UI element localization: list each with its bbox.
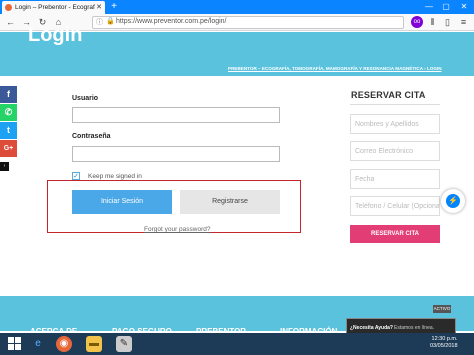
new-tab-button[interactable]: + [108, 1, 120, 13]
activo-badge: ACTIVO [433, 305, 451, 313]
clock-time: 12:30 p.m. [431, 336, 458, 342]
name-input[interactable]: Nombres y Apellidos [350, 114, 440, 134]
remember-checkbox[interactable]: ✓ [72, 172, 80, 180]
system-clock[interactable]: 12:30 p.m. 03/05/2018 [430, 336, 458, 350]
forgot-password-link[interactable]: Forgot your password? [144, 226, 210, 233]
usuario-label: Usuario [72, 95, 99, 102]
lock-icon[interactable]: 🔒 [106, 17, 115, 25]
private-mask-icon[interactable]: oo [411, 16, 423, 28]
password-input[interactable] [72, 146, 280, 162]
email-input[interactable]: Correo Electrónico [350, 141, 440, 161]
maximize-icon[interactable]: ▢ [438, 0, 454, 13]
password-label: Contraseña [72, 133, 111, 140]
minimize-icon[interactable]: — [421, 0, 437, 13]
register-button[interactable]: Registrarse [180, 190, 280, 214]
info-icon[interactable]: ⓘ [96, 17, 103, 27]
twitter-icon[interactable]: t [0, 122, 17, 139]
breadcrumb[interactable]: PREBENTOR – ECOGRAFÍA, TOMOGRAFÍA, MAMOG… [228, 66, 442, 71]
notepad-icon[interactable]: ✎ [116, 336, 132, 352]
remember-label: Keep me signed in [88, 173, 142, 180]
close-tab-icon[interactable]: ✕ [96, 3, 102, 11]
messenger-icon: ⚡ [446, 194, 460, 208]
facebook-icon[interactable]: f [0, 86, 17, 103]
phone-input[interactable]: Teléfono / Celular (Opcional) [350, 196, 440, 216]
internet-explorer-icon[interactable]: e [30, 336, 46, 352]
menu-icon[interactable]: ≡ [457, 16, 470, 29]
usuario-input[interactable] [72, 107, 280, 123]
clock-date: 03/05/2018 [430, 343, 458, 349]
reserve-button[interactable]: RESERVAR CITA [350, 225, 440, 243]
file-explorer-icon[interactable]: ▬ [86, 336, 102, 352]
url-text[interactable]: https://www.preventor.com.pe/login/ [116, 18, 227, 25]
site-favicon-icon [5, 4, 12, 11]
whatsapp-icon[interactable]: ✆ [0, 104, 17, 121]
browser-tab[interactable]: Login – Prebentor - Ecografía, ... ✕ [2, 1, 105, 14]
reserve-title: RESERVAR CITA [351, 90, 426, 100]
browser-tab-title: Login – Prebentor - Ecografía, ... [15, 4, 95, 11]
library-icon[interactable]: ⫴ [426, 16, 439, 29]
windows-start-icon[interactable] [8, 337, 22, 351]
close-window-icon[interactable]: ✕ [456, 0, 472, 13]
back-icon[interactable]: ← [4, 16, 17, 29]
login-button[interactable]: Iniciar Sesión [72, 190, 172, 214]
google-plus-icon[interactable]: G+ [0, 140, 17, 157]
messenger-button[interactable]: ⚡ [441, 189, 465, 213]
sidebar-icon[interactable]: ▯ [441, 16, 454, 29]
chat-subtitle[interactable]: Estamos en línea. [394, 325, 434, 331]
collapse-share-icon[interactable]: › [0, 162, 9, 171]
chat-title[interactable]: ¿Necesita Ayuda? [350, 325, 393, 331]
date-input[interactable]: Fecha [350, 169, 440, 189]
page-title: Login [28, 24, 83, 46]
firefox-icon[interactable]: ◉ [56, 336, 72, 352]
divider [350, 104, 440, 105]
